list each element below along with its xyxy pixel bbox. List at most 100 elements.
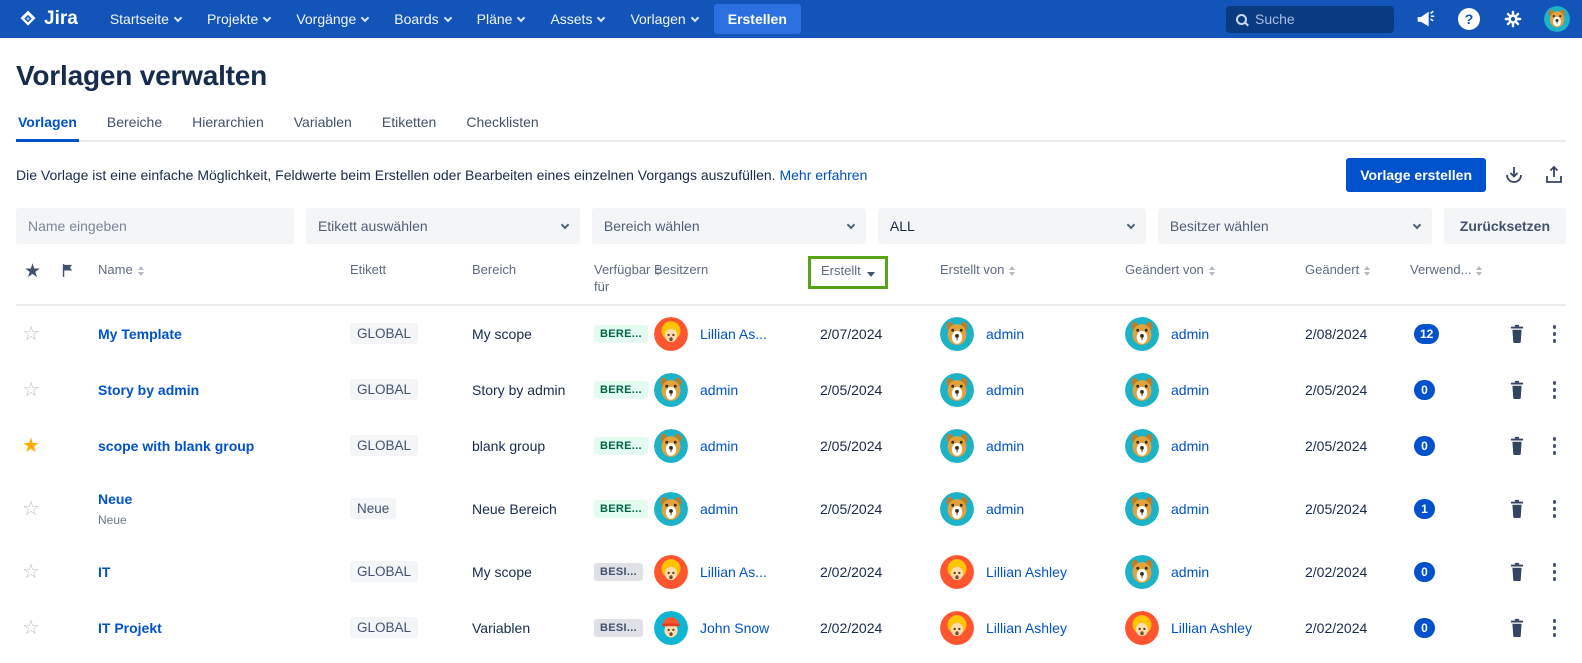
- sort-icon: [1364, 266, 1370, 276]
- besitzer-link[interactable]: Lillian As...: [700, 326, 767, 342]
- besitzer-link[interactable]: admin: [700, 501, 738, 517]
- row-menu-button[interactable]: [1549, 496, 1561, 522]
- tab-variablen[interactable]: Variablen: [292, 110, 354, 142]
- delete-button[interactable]: [1506, 498, 1528, 520]
- geaendert-von-link[interactable]: admin: [1171, 438, 1209, 454]
- favorite-star-icon-filled[interactable]: ★: [22, 436, 40, 456]
- verfuegbar-badge: BERE...: [594, 325, 648, 343]
- delete-button[interactable]: [1506, 435, 1528, 457]
- besitzer-link[interactable]: admin: [700, 382, 738, 398]
- search-input[interactable]: [1255, 11, 1375, 27]
- global-search[interactable]: [1226, 6, 1394, 33]
- erstellt-von-link[interactable]: admin: [986, 501, 1024, 517]
- trash-icon: [1506, 498, 1528, 520]
- besitzer-link[interactable]: Lillian As...: [700, 564, 767, 580]
- nav-item-projekte[interactable]: Projekte: [197, 6, 280, 32]
- delete-button[interactable]: [1506, 561, 1528, 583]
- erstellt-von-link[interactable]: Lillian Ashley: [986, 620, 1067, 636]
- sort-icon: [1476, 266, 1482, 276]
- import-button[interactable]: [1502, 163, 1526, 187]
- bereich-filter-select[interactable]: Bereich wählen: [592, 208, 866, 244]
- besitzer-link[interactable]: John Snow: [700, 620, 769, 636]
- favorite-star-icon[interactable]: ☆: [22, 499, 40, 519]
- besitzer-filter-select[interactable]: Besitzer wählen: [1158, 208, 1432, 244]
- nav-item-vorgaenge[interactable]: Vorgänge: [286, 6, 378, 32]
- template-name-link[interactable]: Neue: [98, 491, 132, 507]
- chevron-down-icon: [1127, 220, 1135, 228]
- row-menu-button[interactable]: [1549, 377, 1561, 403]
- row-menu-button[interactable]: [1549, 559, 1561, 585]
- erstellt-von-link[interactable]: Lillian Ashley: [986, 564, 1067, 580]
- name-filter-input[interactable]: [28, 218, 282, 234]
- tab-bereiche[interactable]: Bereiche: [105, 110, 164, 142]
- template-name-link[interactable]: scope with blank group: [98, 438, 254, 454]
- settings-button[interactable]: [1500, 6, 1526, 32]
- tab-vorlagen[interactable]: Vorlagen: [16, 110, 79, 142]
- favorite-column-star-icon[interactable]: ★: [24, 262, 41, 281]
- geaendert-von-link[interactable]: Lillian Ashley: [1171, 620, 1252, 636]
- column-header-geaendert[interactable]: Geändert: [1305, 258, 1410, 279]
- nav-item-startseite[interactable]: Startseite: [100, 6, 191, 32]
- template-name-link[interactable]: IT: [98, 564, 110, 580]
- scope-filter-select[interactable]: ALL: [878, 208, 1146, 244]
- jira-logo[interactable]: Jira: [18, 8, 78, 30]
- column-header-bereich[interactable]: Bereich: [472, 258, 594, 279]
- learn-more-link[interactable]: Mehr erfahren: [779, 167, 867, 183]
- verfuegbar-badge: BERE...: [594, 437, 648, 455]
- geaendert-von-link[interactable]: admin: [1171, 564, 1209, 580]
- favorite-star-icon[interactable]: ☆: [22, 618, 40, 638]
- etikett-label: GLOBAL: [350, 379, 418, 400]
- template-name-link[interactable]: IT Projekt: [98, 620, 162, 636]
- nav-item-vorlagen[interactable]: Vorlagen: [620, 6, 707, 32]
- name-filter-field[interactable]: [16, 208, 294, 244]
- delete-button[interactable]: [1506, 617, 1528, 639]
- column-header-besitzern[interactable]: Besitzern: [654, 258, 820, 279]
- column-header-erstellt[interactable]: Erstellt: [821, 263, 861, 280]
- chevron-down-icon: [1413, 220, 1421, 228]
- besitzer-link[interactable]: admin: [700, 438, 738, 454]
- user-avatar[interactable]: [1544, 6, 1570, 32]
- geaendert-date: 2/02/2024: [1305, 620, 1410, 636]
- bereich-value: My scope: [472, 564, 594, 580]
- geaendert-von-link[interactable]: admin: [1171, 501, 1209, 517]
- template-name-link[interactable]: Story by admin: [98, 382, 199, 398]
- lillian-avatar-icon: [1125, 611, 1159, 645]
- tab-etiketten[interactable]: Etiketten: [380, 110, 438, 142]
- tab-checklisten[interactable]: Checklisten: [464, 110, 540, 142]
- export-button[interactable]: [1542, 163, 1566, 187]
- erstellt-von-link[interactable]: admin: [986, 438, 1024, 454]
- geaendert-von-link[interactable]: admin: [1171, 382, 1209, 398]
- flag-column-icon[interactable]: [60, 262, 77, 279]
- nav-item-assets[interactable]: Assets: [540, 6, 614, 32]
- column-header-name[interactable]: Name: [98, 258, 350, 279]
- column-header-etikett[interactable]: Etikett: [350, 258, 472, 279]
- help-button[interactable]: ?: [1456, 6, 1482, 32]
- create-button[interactable]: Erstellen: [714, 4, 801, 34]
- delete-button[interactable]: [1506, 323, 1528, 345]
- column-header-verfuegbar-fuer[interactable]: Verfügbar für: [594, 258, 654, 296]
- favorite-star-icon[interactable]: ☆: [22, 324, 40, 344]
- geaendert-von-link[interactable]: admin: [1171, 326, 1209, 342]
- column-header-erstellt-von[interactable]: Erstellt von: [940, 258, 1125, 279]
- erstellt-von-link[interactable]: admin: [986, 382, 1024, 398]
- row-menu-button[interactable]: [1549, 321, 1561, 347]
- delete-button[interactable]: [1506, 379, 1528, 401]
- column-header-geaendert-von[interactable]: Geändert von: [1125, 258, 1305, 279]
- etikett-filter-select[interactable]: Etikett auswählen: [306, 208, 580, 244]
- favorite-star-icon[interactable]: ☆: [22, 562, 40, 582]
- announcement-button[interactable]: [1412, 6, 1438, 32]
- sort-icon: [138, 266, 144, 276]
- profile-dog-avatar-icon: [1544, 6, 1570, 32]
- nav-item-plaene[interactable]: Pläne: [467, 6, 535, 32]
- etikett-label: GLOBAL: [350, 435, 418, 456]
- nav-item-boards[interactable]: Boards: [384, 6, 460, 32]
- row-menu-button[interactable]: [1549, 615, 1561, 641]
- favorite-star-icon[interactable]: ☆: [22, 380, 40, 400]
- create-template-button[interactable]: Vorlage erstellen: [1346, 158, 1486, 192]
- row-menu-button[interactable]: [1549, 433, 1561, 459]
- reset-filters-button[interactable]: Zurücksetzen: [1444, 208, 1566, 244]
- template-name-link[interactable]: My Template: [98, 326, 182, 342]
- column-header-verwendet[interactable]: Verwend...: [1410, 258, 1492, 279]
- erstellt-von-link[interactable]: admin: [986, 326, 1024, 342]
- tab-hierarchien[interactable]: Hierarchien: [190, 110, 266, 142]
